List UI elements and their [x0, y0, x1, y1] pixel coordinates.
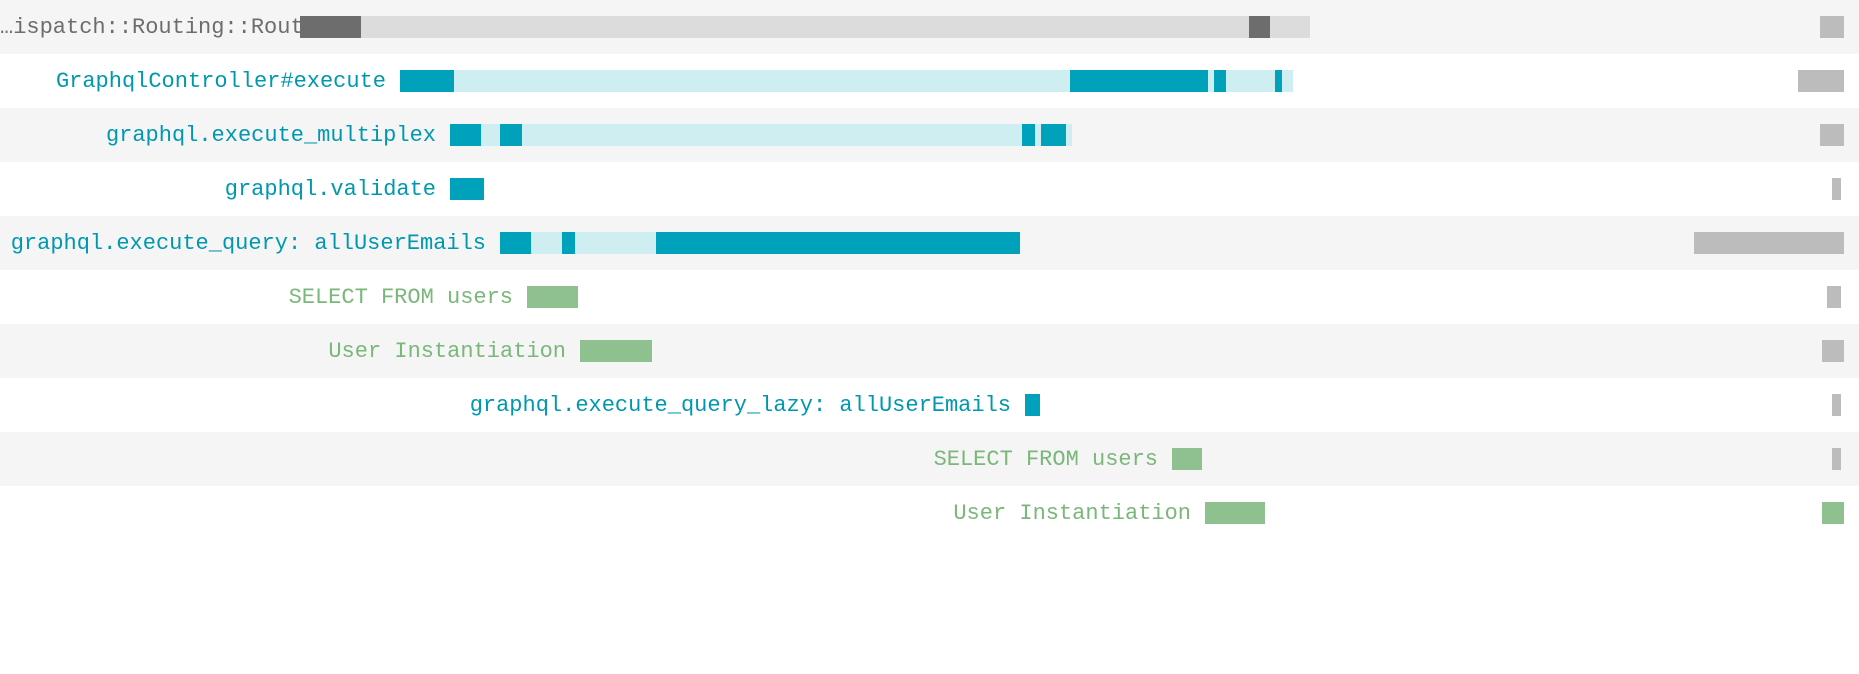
- span-meta-bar: [1822, 502, 1844, 524]
- span-label[interactable]: …ispatch::Routing::RouteSet: [0, 15, 300, 40]
- span-segment: [1205, 502, 1265, 524]
- span-meta-bar: [1827, 286, 1841, 308]
- span-meta-bar: [1822, 340, 1844, 362]
- span-meta: [1072, 178, 1859, 200]
- span-meta: [1310, 16, 1859, 38]
- span-track: [450, 124, 1072, 146]
- span-segment: [500, 232, 531, 254]
- trace-row[interactable]: …ispatch::Routing::RouteSet: [0, 0, 1859, 54]
- span-track: [400, 70, 1293, 92]
- span-segment: [400, 70, 454, 92]
- span-segment: [1214, 70, 1226, 92]
- trace-row[interactable]: graphql.validate: [0, 162, 1859, 216]
- span-segment: [450, 124, 481, 146]
- span-label[interactable]: User Instantiation: [0, 501, 1205, 526]
- span-segment: [527, 286, 578, 308]
- span-segment: [1041, 124, 1066, 146]
- trace-row[interactable]: GraphqlController#execute: [0, 54, 1859, 108]
- span-track: [500, 232, 1020, 254]
- span-label[interactable]: graphql.validate: [0, 177, 450, 202]
- trace-row[interactable]: SELECT FROM users: [0, 432, 1859, 486]
- span-meta-bar: [1832, 448, 1841, 470]
- span-track: [580, 340, 880, 362]
- span-segment: [1172, 448, 1202, 470]
- span-meta-bar: [1832, 394, 1841, 416]
- span-label[interactable]: User Instantiation: [0, 339, 580, 364]
- span-label[interactable]: graphql.execute_multiplex: [0, 123, 450, 148]
- span-meta: [1372, 448, 1859, 470]
- trace-row[interactable]: SELECT FROM users: [0, 270, 1859, 324]
- span-track: [1172, 448, 1372, 470]
- span-segment: [450, 178, 484, 200]
- span-segment: [656, 232, 1020, 254]
- span-meta: [1020, 232, 1859, 254]
- span-meta-bar: [1820, 124, 1844, 146]
- span-segment: [1070, 70, 1208, 92]
- span-meta-bar: [1832, 178, 1841, 200]
- span-track: [450, 178, 1072, 200]
- trace-row[interactable]: graphql.execute_multiplex: [0, 108, 1859, 162]
- span-meta-bar: [1694, 232, 1844, 254]
- span-segment: [580, 340, 652, 362]
- span-track: [300, 16, 1310, 38]
- trace-waterfall: …ispatch::Routing::RouteSetGraphqlContro…: [0, 0, 1859, 540]
- span-track: [1205, 502, 1405, 524]
- span-segment: [562, 232, 575, 254]
- span-label[interactable]: GraphqlController#execute: [0, 69, 400, 94]
- span-label[interactable]: SELECT FROM users: [0, 447, 1172, 472]
- span-meta: [880, 340, 1859, 362]
- span-meta-bar: [1820, 16, 1844, 38]
- span-label[interactable]: graphql.execute_query_lazy: allUserEmail…: [0, 393, 1025, 418]
- span-segment: [1275, 70, 1282, 92]
- span-meta: [1405, 502, 1859, 524]
- span-track: [527, 286, 827, 308]
- span-segment: [450, 124, 1072, 146]
- span-segment: [1022, 124, 1034, 146]
- span-segment: [1025, 394, 1040, 416]
- span-meta: [827, 286, 1859, 308]
- span-track: [1025, 394, 1325, 416]
- span-meta-bar: [1798, 70, 1844, 92]
- trace-row[interactable]: graphql.execute_query: allUserEmails: [0, 216, 1859, 270]
- span-segment: [500, 124, 522, 146]
- trace-row[interactable]: graphql.execute_query_lazy: allUserEmail…: [0, 378, 1859, 432]
- span-label[interactable]: SELECT FROM users: [0, 285, 527, 310]
- span-meta: [1293, 70, 1859, 92]
- span-meta: [1325, 394, 1859, 416]
- span-label[interactable]: graphql.execute_query: allUserEmails: [0, 231, 500, 256]
- span-segment: [361, 16, 1310, 38]
- trace-row[interactable]: User Instantiation: [0, 324, 1859, 378]
- span-meta: [1072, 124, 1859, 146]
- span-segment: [1249, 16, 1269, 38]
- trace-row[interactable]: User Instantiation: [0, 486, 1859, 540]
